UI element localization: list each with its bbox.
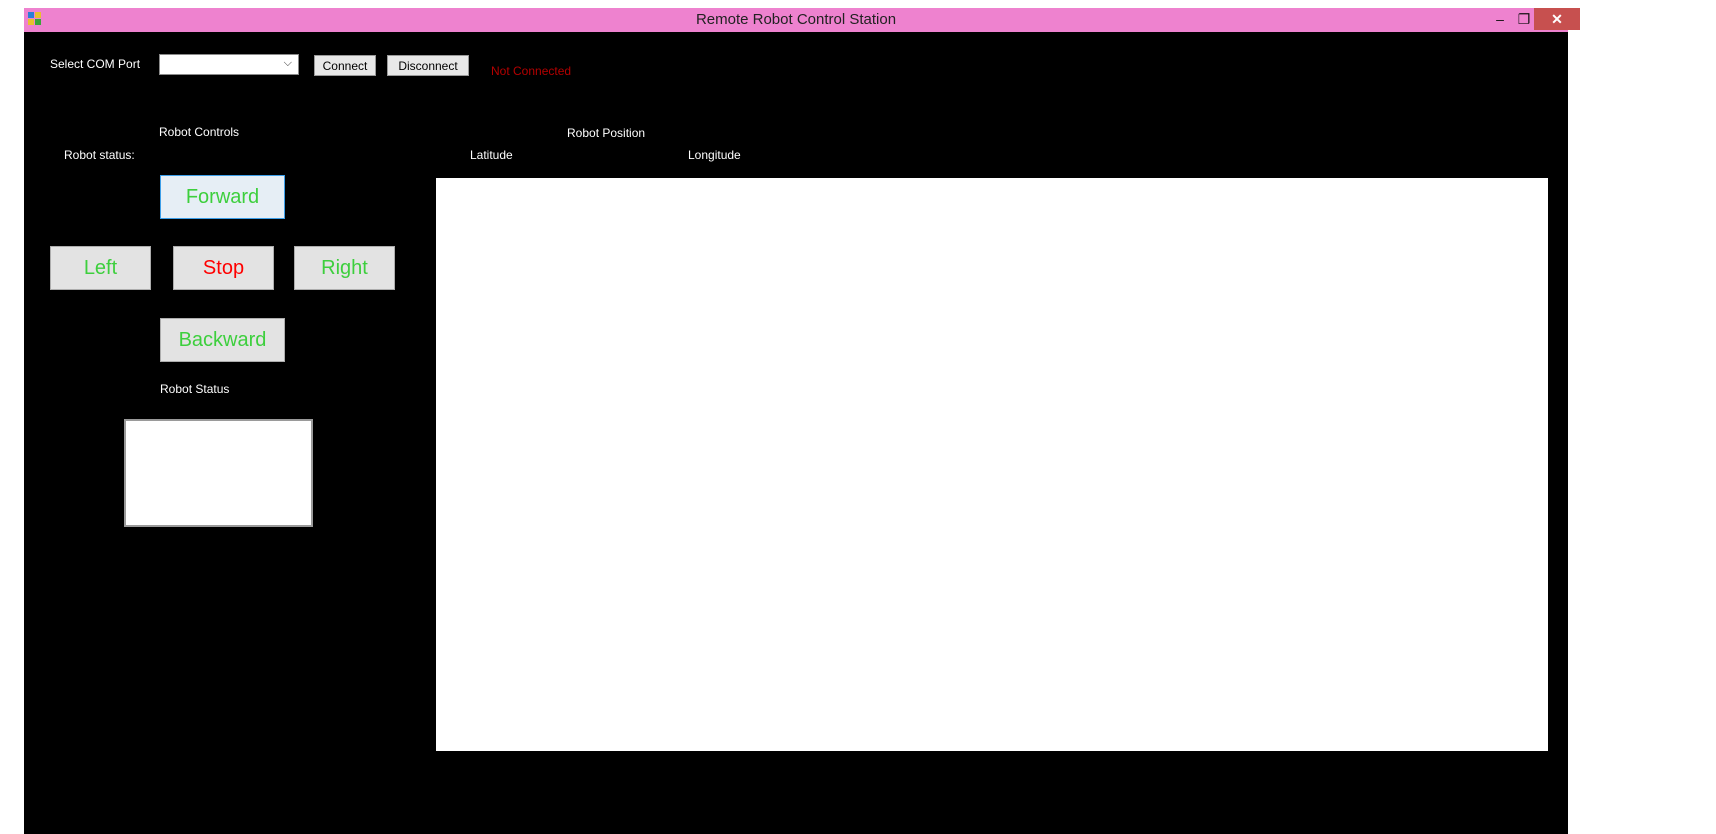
app-window: Remote Robot Control Station – ❐ ✕ Selec… [24,8,1580,834]
window-title: Remote Robot Control Station [695,11,897,28]
stop-button[interactable]: Stop [173,246,274,290]
connection-status: Not Connected [491,64,572,78]
robot-status-label: Robot status: [64,148,135,162]
close-icon[interactable]: ✕ [1534,8,1580,30]
robot-status-textbox[interactable] [124,419,313,527]
chevron-down-icon[interactable]: ⌵ [284,57,292,70]
latitude-label: Latitude [470,148,513,162]
robot-status-heading: Robot Status [160,382,230,396]
com-port-select[interactable]: ⌵ [159,54,299,75]
disconnect-button[interactable]: Disconnect [387,55,469,76]
left-button[interactable]: Left [50,246,151,290]
position-map-panel[interactable] [436,178,1548,751]
robot-controls-heading: Robot Controls [159,125,240,139]
right-button[interactable]: Right [294,246,395,290]
robot-position-heading: Robot Position [567,126,646,140]
longitude-label: Longitude [688,148,741,162]
title-bar[interactable]: Remote Robot Control Station – ❐ ✕ [24,8,1580,32]
forward-button[interactable]: Forward [160,175,285,219]
backward-button[interactable]: Backward [160,318,285,362]
connect-button[interactable]: Connect [314,55,376,76]
com-port-label: Select COM Port [50,57,141,71]
